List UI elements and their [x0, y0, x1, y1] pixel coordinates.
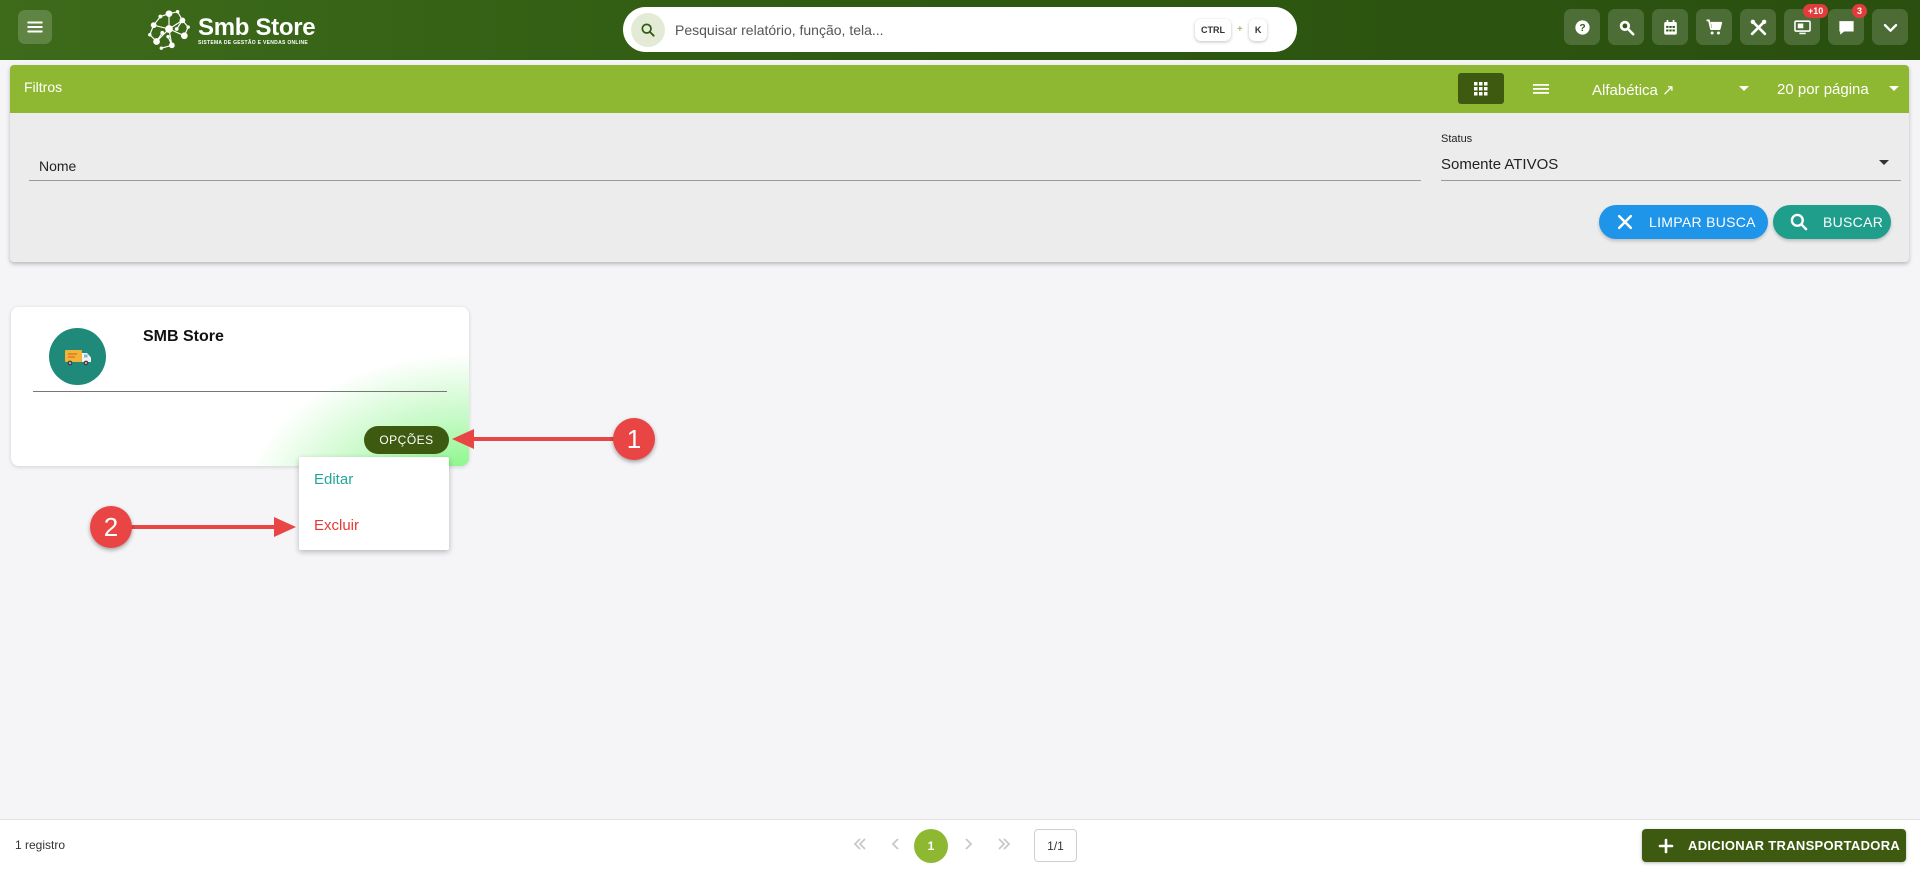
- card-title: SMB Store: [143, 328, 224, 345]
- shortcut-plus: +: [1237, 24, 1243, 35]
- zoom-search-icon: [1619, 20, 1634, 35]
- options-button[interactable]: OPÇÕES: [364, 426, 449, 454]
- add-carrier-label: ADICIONAR TRANSPORTADORA: [1688, 838, 1901, 853]
- calendar-button[interactable]: [1652, 9, 1688, 45]
- calendar-icon: [1663, 19, 1677, 35]
- clear-search-button[interactable]: LIMPAR BUSCA: [1599, 205, 1768, 239]
- monitor-notifications-button[interactable]: +10: [1784, 4, 1829, 45]
- step-1-marker: 1: [613, 418, 655, 460]
- list-icon: [1533, 83, 1549, 94]
- status-value: Somente ATIVOS: [1441, 156, 1559, 173]
- current-page-button[interactable]: 1: [914, 829, 948, 863]
- grid-view-button[interactable]: [1458, 73, 1504, 104]
- global-search[interactable]: CTRL + K: [623, 7, 1297, 52]
- sort-select[interactable]: Alfabética ↗: [1582, 73, 1757, 104]
- monitor-notification-icon: [1793, 19, 1811, 34]
- card-divider: [33, 391, 447, 392]
- svg-text:?: ?: [1579, 23, 1585, 34]
- name-field[interactable]: Nome: [29, 144, 1421, 181]
- chat-button[interactable]: 3: [1828, 4, 1868, 45]
- menu-item-edit[interactable]: Editar: [314, 471, 353, 488]
- sort-value: Alfabética ↗: [1592, 82, 1675, 99]
- brand-subtitle: SISTEMA DE GESTÃO E VENDAS ONLINE: [198, 40, 309, 46]
- arrow-2: [130, 517, 296, 537]
- cart-button[interactable]: [1696, 9, 1732, 45]
- name-field-label: Nome: [39, 158, 77, 174]
- top-bar: Smb Store SISTEMA DE GESTÃO E VENDAS ONL…: [0, 0, 1920, 60]
- brand-title: Smb Store: [198, 14, 316, 41]
- search-button[interactable]: BUSCAR: [1773, 205, 1891, 239]
- search-icon: [1790, 213, 1808, 231]
- next-page-button[interactable]: [959, 835, 977, 853]
- status-label: Status: [1441, 133, 1473, 145]
- network-logo-icon: [146, 6, 192, 57]
- chevron-right-icon: [965, 838, 973, 850]
- toolbar-icons: ? +10 3: [1564, 4, 1908, 45]
- help-button[interactable]: ?: [1564, 9, 1600, 45]
- search-icon: [631, 12, 665, 47]
- last-page-button[interactable]: [995, 835, 1013, 853]
- chevron-down-icon: [1883, 23, 1897, 32]
- record-count: 1 registro: [15, 838, 66, 852]
- chat-icon: [1838, 20, 1854, 35]
- arrow-1: [452, 429, 618, 449]
- double-chevron-left-icon: [853, 838, 866, 850]
- hamburger-icon: [27, 21, 43, 33]
- grid-icon: [1474, 81, 1488, 95]
- footer-bar: 1 registro 1 1/1 ADICIONAR TRANSPORTADOR…: [0, 819, 1920, 869]
- profile-dropdown-button[interactable]: [1872, 9, 1908, 45]
- zoom-search-button[interactable]: [1608, 9, 1644, 45]
- add-carrier-button[interactable]: ADICIONAR TRANSPORTADORA: [1642, 829, 1906, 862]
- caret-down-icon: [1889, 86, 1899, 91]
- brand-logo[interactable]: Smb Store SISTEMA DE GESTÃO E VENDAS ONL…: [146, 6, 316, 57]
- shortcut-k-key: K: [1248, 18, 1268, 41]
- list-view-button[interactable]: [1521, 73, 1561, 104]
- avatar: [49, 328, 106, 385]
- chat-badge: 3: [1852, 4, 1868, 18]
- tools-button[interactable]: [1740, 9, 1776, 45]
- cart-icon: [1706, 19, 1722, 35]
- shortcut-ctrl-key: CTRL: [1195, 18, 1231, 41]
- menu-button[interactable]: [18, 10, 52, 44]
- search-button-label: BUSCAR: [1823, 214, 1884, 230]
- per-page-select[interactable]: 20 por página: [1767, 73, 1907, 104]
- close-icon: [1617, 214, 1633, 230]
- double-chevron-right-icon: [998, 838, 1011, 850]
- search-input[interactable]: [675, 21, 1195, 38]
- clear-search-label: LIMPAR BUSCA: [1649, 214, 1756, 230]
- filters-title: Filtros: [24, 79, 63, 95]
- options-menu: Editar Excluir: [299, 457, 449, 550]
- page-indicator: 1/1: [1034, 829, 1077, 862]
- status-select[interactable]: Somente ATIVOS: [1441, 145, 1901, 181]
- help-icon: ?: [1574, 19, 1590, 35]
- per-page-value: 20 por página: [1777, 81, 1869, 98]
- delivery-truck-icon: [64, 349, 91, 365]
- tools-icon: [1750, 19, 1766, 35]
- menu-item-delete[interactable]: Excluir: [314, 517, 359, 534]
- first-page-button[interactable]: [851, 835, 869, 853]
- chevron-left-icon: [891, 838, 899, 850]
- previous-page-button[interactable]: [887, 835, 905, 853]
- caret-down-icon: [1879, 160, 1889, 165]
- filters-panel: Filtros Alfabética ↗ 20 por página Nome …: [10, 65, 1909, 262]
- plus-icon: [1658, 838, 1674, 853]
- notification-badge: +10: [1803, 4, 1829, 18]
- filters-header: Filtros Alfabética ↗ 20 por página: [10, 65, 1909, 113]
- step-2-marker: 2: [90, 506, 132, 548]
- caret-down-icon: [1739, 86, 1749, 91]
